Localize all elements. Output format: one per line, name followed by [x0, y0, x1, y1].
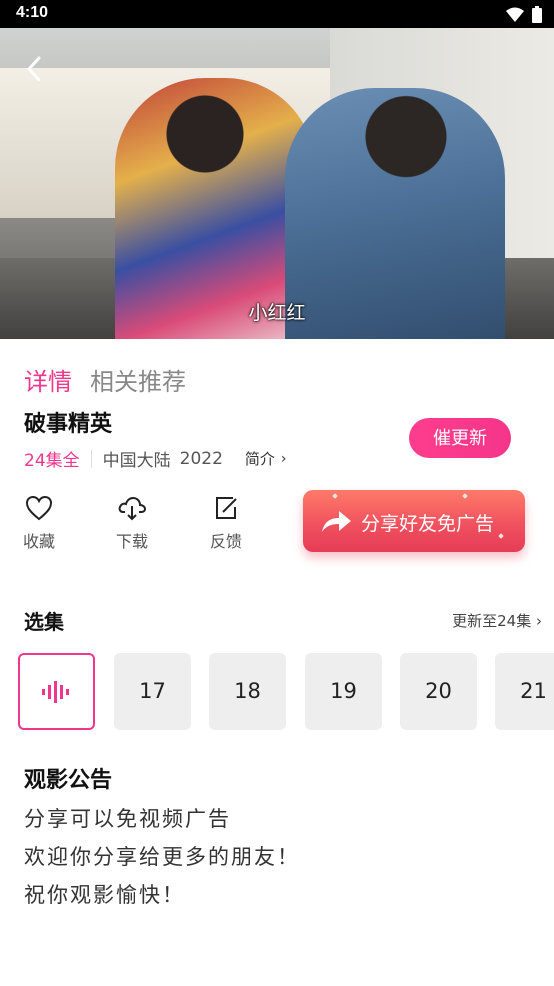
notice-line: 祝你观影愉快！ [24, 883, 185, 907]
download-button[interactable]: 下载 [107, 494, 157, 552]
show-year: 2022 [179, 448, 223, 469]
notice-title: 观影公告 [24, 768, 113, 793]
notice-body: 分享可以免视频广告 欢迎你分享给更多的朋友！ 祝你观影愉快！ [24, 805, 300, 925]
episode-item[interactable]: 18 [209, 653, 286, 730]
episode-list: 17 18 19 20 21 [18, 653, 554, 731]
episode-item[interactable]: 17 [114, 653, 191, 730]
download-icon [118, 496, 147, 521]
episode-item[interactable]: 21 [495, 653, 554, 730]
urge-update-button[interactable]: 催更新 [409, 418, 511, 458]
meta-divider [90, 449, 92, 468]
chevron-right-icon: › [280, 450, 287, 467]
show-meta: 24集全 中国大陆 2022 简介 › [24, 446, 287, 472]
update-info-link[interactable]: 更新至24集 › [452, 610, 542, 631]
feedback-label: 反馈 [209, 532, 242, 551]
update-info-text: 更新至24集 [452, 612, 532, 630]
notice-line: 欢迎你分享给更多的朋友！ [24, 845, 300, 869]
episode-current[interactable] [18, 653, 95, 730]
playing-bars-icon [42, 681, 69, 703]
status-icons [506, 6, 542, 23]
share-friends-banner[interactable]: 分享好友免广告 [303, 490, 525, 552]
show-region: 中国大陆 [102, 451, 171, 471]
battery-icon [532, 6, 542, 23]
episodes-total: 24集全 [24, 451, 80, 471]
episodes-section-title: 选集 [24, 610, 64, 634]
status-time: 4:10 [16, 4, 49, 21]
episode-item[interactable]: 19 [305, 653, 382, 730]
intro-link[interactable]: 简介 [245, 448, 275, 469]
tab-recommended[interactable]: 相关推荐 [90, 362, 186, 397]
share-arrow-icon [322, 511, 351, 532]
show-title: 破事精英 [24, 412, 113, 437]
tab-details[interactable]: 详情 [24, 362, 72, 397]
video-subtitle: 小红红 [248, 302, 306, 324]
favorite-button[interactable]: 收藏 [14, 494, 64, 552]
share-banner-label: 分享好友免广告 [361, 513, 495, 535]
wifi-icon [506, 7, 524, 22]
status-bar: 4:10 [0, 0, 554, 28]
back-icon[interactable] [22, 54, 48, 84]
notice-line: 分享可以免视频广告 [24, 807, 231, 831]
heart-icon [25, 495, 53, 521]
feedback-icon [216, 497, 237, 519]
episode-item[interactable]: 20 [400, 653, 477, 730]
feedback-button[interactable]: 反馈 [201, 494, 251, 552]
video-player[interactable]: 小红红 [0, 28, 554, 339]
favorite-label: 收藏 [22, 532, 55, 551]
download-label: 下载 [115, 532, 148, 551]
chevron-right-icon: › [536, 612, 542, 630]
detail-tabs: 详情 相关推荐 [24, 362, 186, 397]
